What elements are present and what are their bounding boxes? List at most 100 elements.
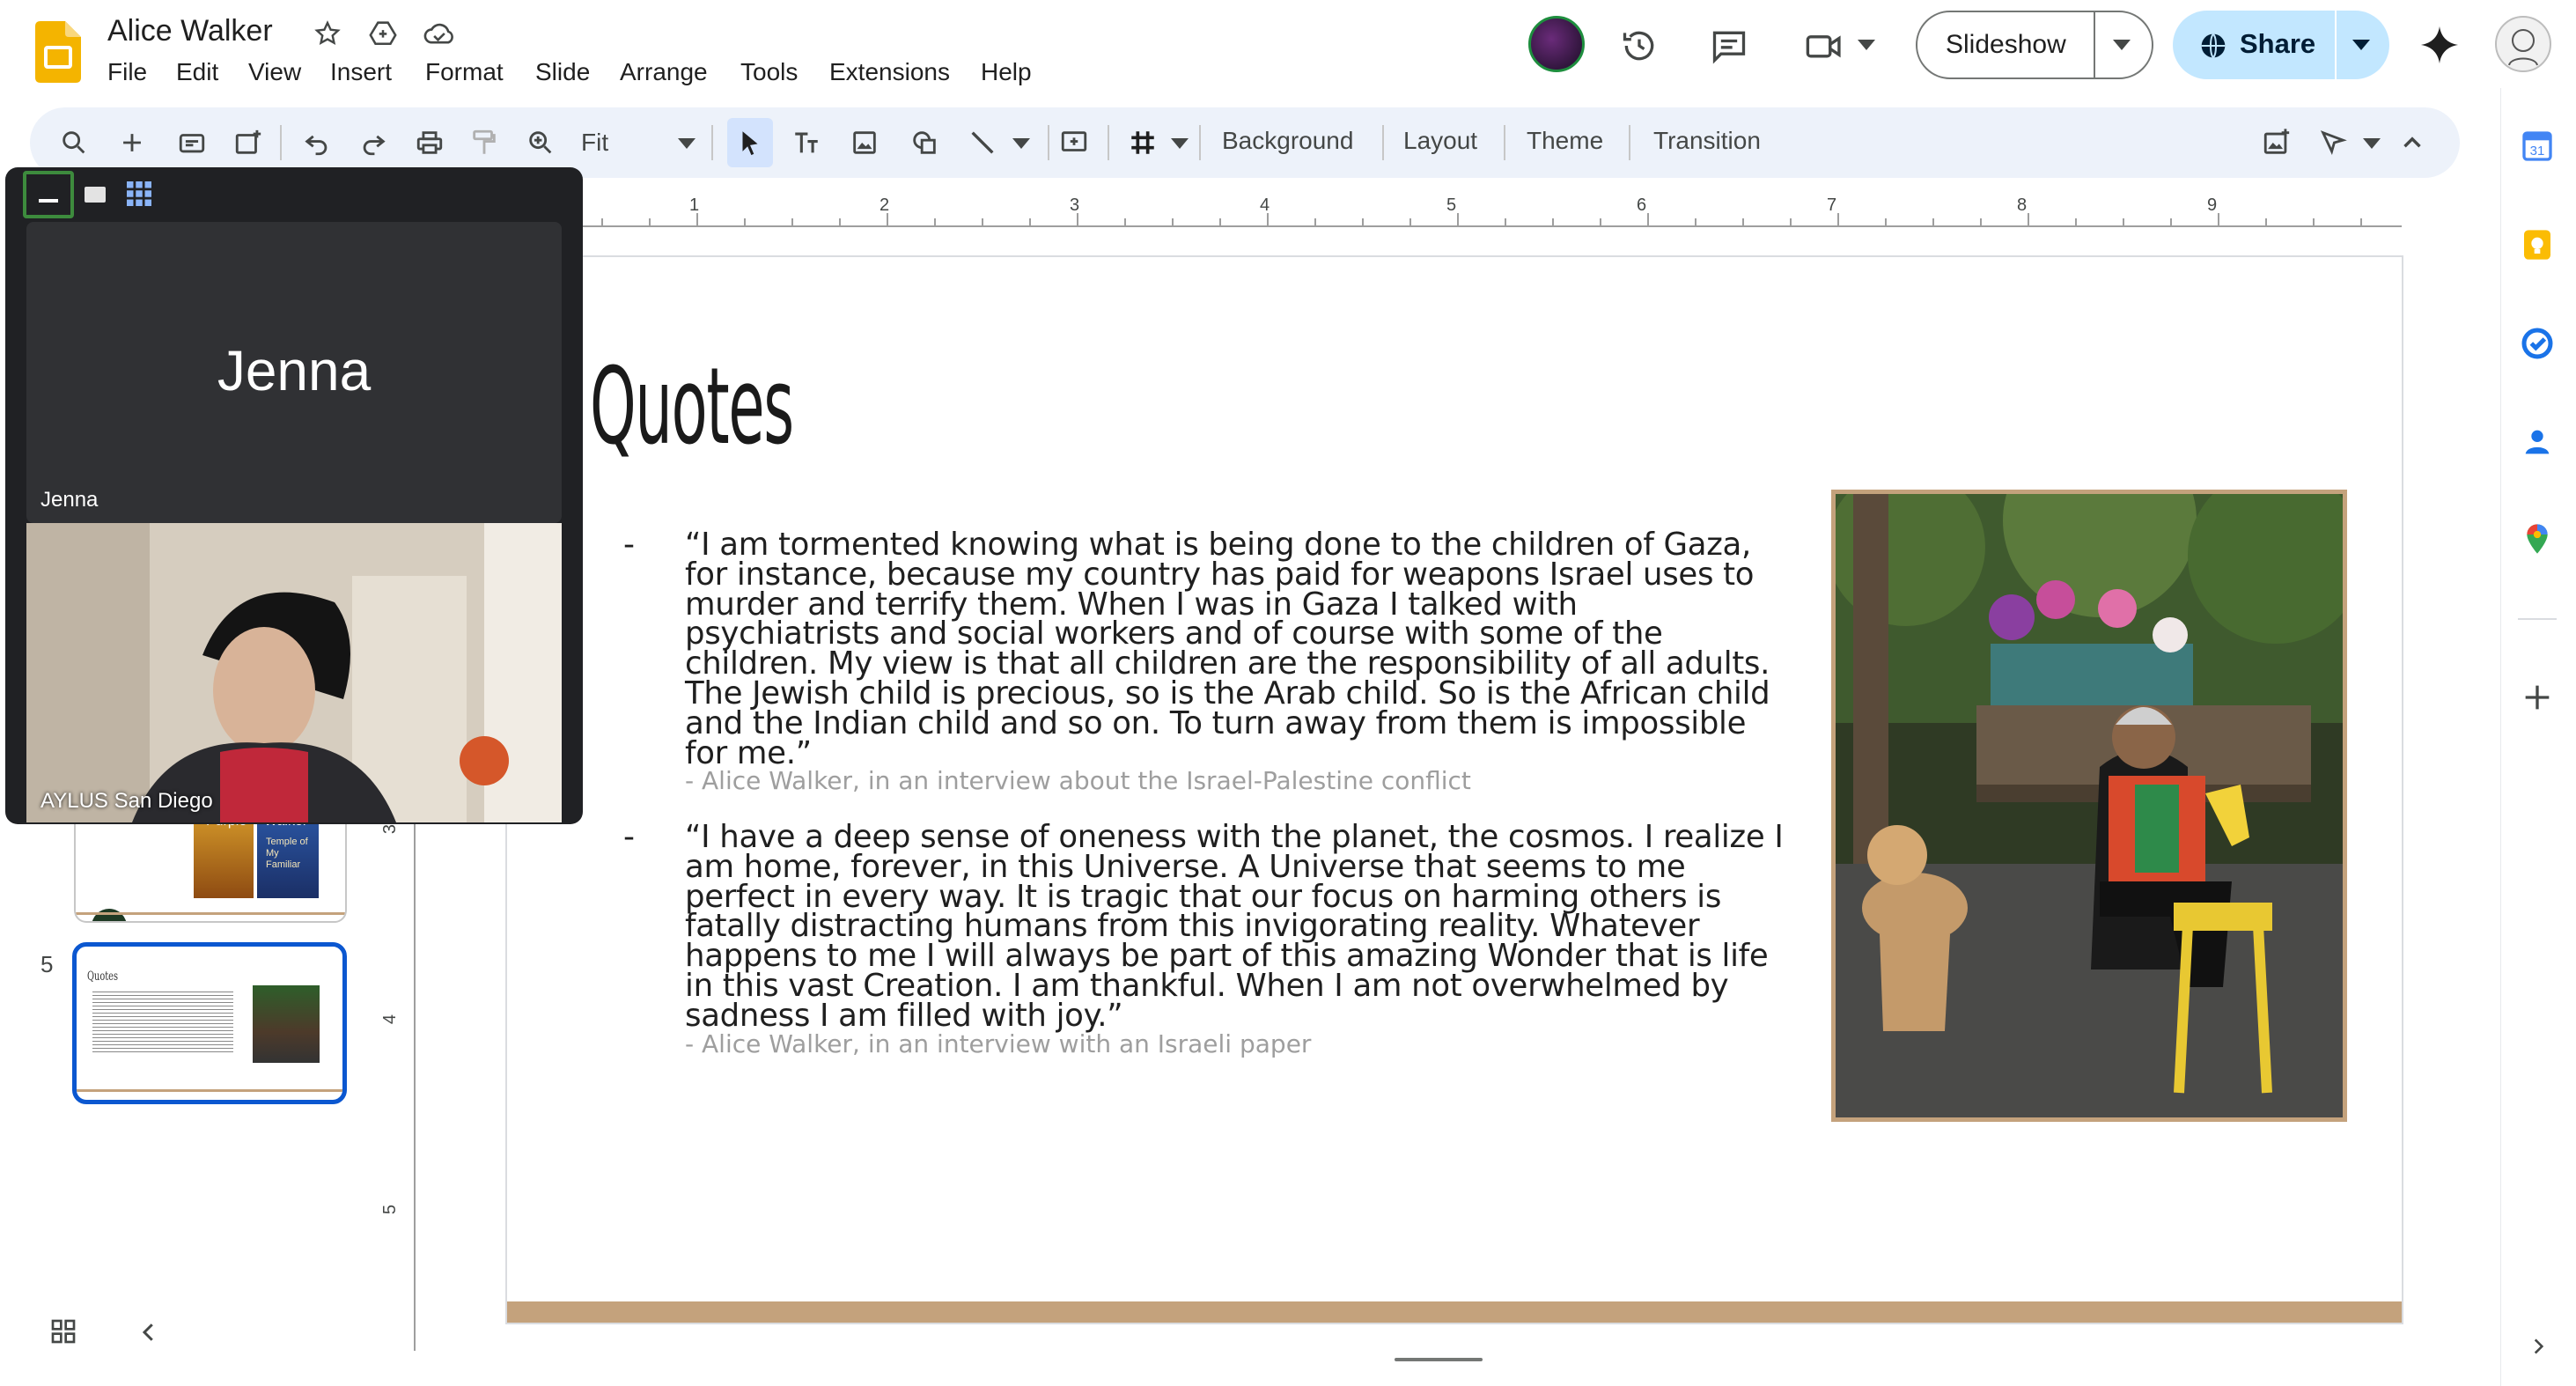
slides-logo[interactable]	[35, 21, 81, 83]
cursor-icon	[742, 131, 758, 156]
quote1-line: “I am tormented knowing what is being do…	[685, 527, 1751, 563]
side-panel-divider	[2500, 88, 2501, 1386]
star-icon[interactable]	[313, 19, 342, 52]
pip-grid-icon[interactable]	[127, 181, 151, 210]
menu-extensions[interactable]: Extensions	[829, 58, 950, 86]
quote2-attribution[interactable]: - Alice Walker, in an interview with an …	[685, 1029, 1311, 1058]
maps-icon[interactable]	[2520, 521, 2555, 557]
slide-bottom-bar	[507, 1301, 2402, 1323]
quote1-body[interactable]: “I am tormented knowing what is being do…	[685, 527, 1785, 769]
background-button[interactable]: Background	[1222, 127, 1353, 155]
menu-arrange[interactable]: Arrange	[620, 58, 708, 86]
menu-edit[interactable]: Edit	[176, 58, 218, 86]
import-slide-icon[interactable]	[229, 123, 268, 162]
participant-tile-video[interactable]: AYLUS San Diego	[26, 523, 562, 822]
document-title[interactable]: Alice Walker	[107, 14, 273, 48]
slide-thumbnail-5[interactable]: Quotes	[72, 942, 347, 1104]
contacts-icon[interactable]	[2520, 424, 2555, 460]
new-slide-icon[interactable]	[113, 123, 151, 162]
vruler-tick-4: 4	[380, 1014, 401, 1025]
keep-icon[interactable]	[2520, 227, 2555, 262]
collapse-toolbar-icon[interactable]	[2393, 123, 2432, 162]
slide-title[interactable]: Quotes	[590, 350, 794, 465]
quote2-line: sadness I am filled with joy.”	[685, 997, 1123, 1034]
thumb5-title: Quotes	[87, 969, 119, 984]
text-box-icon[interactable]	[787, 123, 826, 162]
zoom-icon[interactable]	[521, 123, 560, 162]
grid-view-icon[interactable]	[49, 1317, 77, 1350]
insert-image-icon[interactable]	[845, 123, 884, 162]
zoom-value: Fit	[581, 129, 609, 156]
speaker-notes-handle[interactable]	[1395, 1358, 1483, 1361]
slideshow-label: Slideshow	[1946, 30, 2066, 59]
menu-slide[interactable]: Slide	[535, 58, 590, 86]
add-comment-icon[interactable]	[1055, 123, 1093, 162]
add-addon-icon[interactable]	[2520, 680, 2555, 715]
ruler-minor-ticks	[601, 213, 2362, 227]
version-history-icon[interactable]	[1620, 26, 1659, 70]
quote2-line: fatally distracting humans from this inv…	[685, 908, 1700, 945]
meet-avatar[interactable]	[1528, 16, 1585, 72]
cloud-saved-icon[interactable]	[423, 19, 456, 52]
slideshow-button[interactable]: Slideshow	[1916, 11, 2153, 79]
quote1-line: psychiatrists and social workers and of …	[685, 616, 1663, 652]
quote1-line: children. My view is that all children a…	[685, 645, 1770, 682]
collapse-filmstrip-icon[interactable]	[136, 1319, 162, 1350]
menu-help[interactable]: Help	[981, 58, 1032, 86]
participant-label: AYLUS San Diego	[40, 789, 213, 813]
slideshow-dropdown-icon[interactable]	[2113, 39, 2131, 55]
theme-button[interactable]: Theme	[1527, 127, 1603, 155]
paint-format-icon[interactable]	[465, 123, 504, 162]
pointer-mode-icon[interactable]	[2314, 123, 2352, 162]
redo-icon[interactable]	[354, 123, 393, 162]
gemini-icon[interactable]	[2419, 25, 2460, 70]
meet-pip-window[interactable]: Jenna Jenna AYLUS San Diego	[5, 167, 583, 824]
pip-minimize-button[interactable]	[23, 171, 74, 218]
slide-number-5: 5	[40, 951, 54, 977]
print-icon[interactable]	[410, 123, 449, 162]
expand-side-panel-icon[interactable]	[2527, 1335, 2550, 1362]
meet-call-icon[interactable]	[1805, 28, 1844, 68]
thumb4-book-text-3: Temple of My Familiar	[266, 837, 308, 870]
transition-button[interactable]: Transition	[1653, 127, 1761, 155]
grid-dropdown-icon[interactable]	[1171, 137, 1189, 154]
menu-view[interactable]: View	[248, 58, 301, 86]
comments-icon[interactable]	[1710, 26, 1748, 70]
participant-tile-jenna[interactable]: Jenna Jenna	[26, 222, 562, 523]
select-tool[interactable]	[727, 118, 773, 167]
quote1-line: murder and terrify them. When I was in G…	[685, 586, 1578, 623]
undo-icon[interactable]	[298, 123, 336, 162]
menu-insert[interactable]: Insert	[330, 58, 392, 86]
meet-dropdown-icon[interactable]	[1858, 39, 1875, 55]
shape-icon[interactable]	[905, 123, 944, 162]
alice-walker-photo[interactable]	[1831, 490, 2347, 1122]
tasks-icon[interactable]	[2520, 326, 2555, 361]
menu-file[interactable]: File	[107, 58, 147, 86]
participant-big-name: Jenna	[217, 339, 372, 402]
share-dropdown-icon[interactable]	[2352, 39, 2370, 55]
calendar-icon[interactable]: 31	[2520, 129, 2555, 164]
vertical-ruler	[387, 796, 416, 1351]
share-button[interactable]: Share	[2173, 11, 2389, 79]
account-avatar[interactable]	[2495, 16, 2551, 72]
line-icon[interactable]	[963, 123, 1002, 162]
quote2-body[interactable]: “I have a deep sense of oneness with the…	[685, 822, 1785, 1031]
menu-tools[interactable]: Tools	[740, 58, 798, 86]
globe-icon	[2199, 32, 2227, 64]
quote2-line: “I have a deep sense of oneness with the…	[685, 819, 1784, 855]
line-dropdown-icon[interactable]	[1012, 137, 1030, 154]
layout-button[interactable]: Layout	[1403, 127, 1477, 155]
pip-layout-icon[interactable]	[85, 187, 106, 203]
zoom-select[interactable]: Fit	[579, 123, 696, 162]
slide-layout-icon[interactable]	[173, 123, 211, 162]
menu-format[interactable]: Format	[425, 58, 504, 86]
move-to-drive-icon[interactable]	[368, 18, 398, 52]
search-menus-icon[interactable]	[55, 123, 93, 162]
insert-image-slide-icon[interactable]	[2257, 123, 2296, 162]
pointer-dropdown-icon[interactable]	[2363, 137, 2381, 154]
grid-snap-icon[interactable]	[1123, 123, 1162, 162]
quote2-line: in this vast Creation. I am thankful. Wh…	[685, 967, 1729, 1004]
share-label: Share	[2240, 28, 2316, 59]
quote1-attribution[interactable]: - Alice Walker, in an interview about th…	[685, 766, 1471, 795]
slide-thumbnail-4[interactable]: Purple Walker Temple of My Familiar	[74, 810, 347, 923]
